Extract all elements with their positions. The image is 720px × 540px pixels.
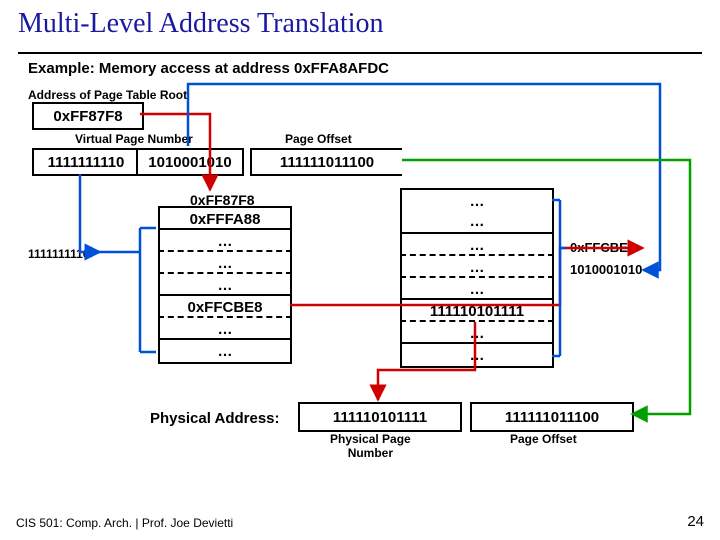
va-offset: 111111011100	[250, 148, 402, 176]
slide-title: Multi-Level Address Translation	[18, 8, 384, 40]
root-box: 0xFF87F8	[32, 102, 144, 130]
footer-right: 24	[687, 513, 704, 530]
root-label: Address of Page Table Root	[28, 88, 187, 102]
title-rule	[18, 52, 702, 54]
table1-row-6: …	[158, 338, 292, 364]
idx1-text: 1111111110	[28, 247, 89, 261]
phys-page-sublabel: Physical Page Number	[330, 432, 411, 460]
phys-offset-box: 111111011100	[470, 402, 634, 432]
offset-label: Page Offset	[285, 132, 352, 146]
vpn-label: Virtual Page Number	[75, 132, 193, 146]
phys-addr-label: Physical Address:	[150, 410, 280, 427]
footer-left: CIS 501: Comp. Arch. | Prof. Joe Deviett…	[16, 516, 233, 530]
table2-row-1: …	[400, 210, 554, 234]
table2-row-7: …	[400, 342, 554, 368]
va-vpn1: 1111111110	[32, 148, 140, 176]
va-vpn2: 1010001010	[136, 148, 244, 176]
idx2-header: 0xFFCBE8	[570, 240, 635, 255]
example-text: Example: Memory access at address 0xFFA8…	[28, 60, 389, 77]
phys-offset-sublabel: Page Offset	[510, 432, 577, 446]
phys-page-box: 111110101111	[298, 402, 462, 432]
idx2-index: 1010001010	[570, 262, 642, 277]
